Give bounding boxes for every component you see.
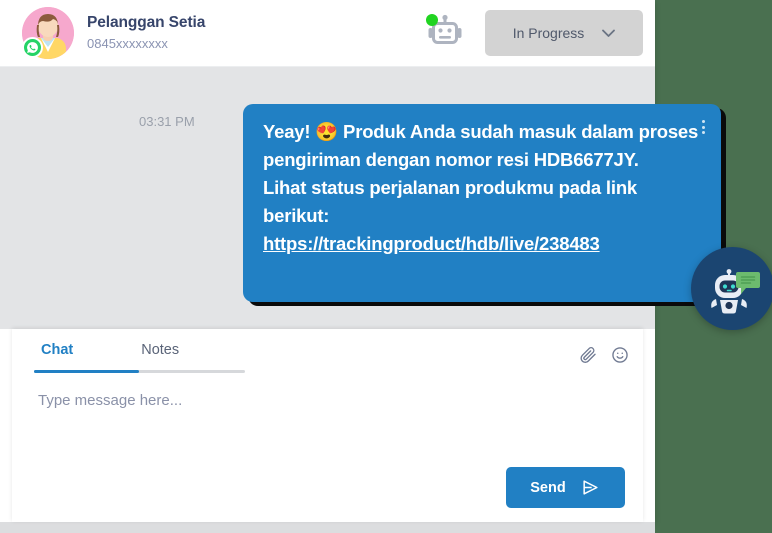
message-composer: Chat Notes Send [12, 329, 643, 522]
chevron-down-icon [602, 29, 616, 37]
paperclip-icon[interactable] [579, 346, 597, 364]
composer-icon-group [579, 346, 629, 364]
message-input[interactable] [36, 391, 620, 410]
header-actions: In Progress [425, 10, 643, 56]
tab-notes[interactable]: Notes [139, 342, 181, 358]
tracking-link[interactable]: https://trackingproduct/hdb/live/238483 [263, 230, 701, 258]
send-button[interactable]: Send [506, 467, 625, 508]
tab-underline-active [34, 370, 139, 373]
chatbot-widget-icon [710, 268, 760, 313]
status-label: In Progress [512, 25, 585, 41]
send-button-label: Send [530, 479, 566, 496]
message-text: Yeay! 😍 Produk Anda sudah masuk dalam pr… [263, 121, 699, 226]
chatbot-widget-button[interactable] [691, 247, 772, 330]
panel-bottom-strip [0, 522, 655, 533]
whatsapp-icon [22, 37, 43, 58]
send-plane-icon [583, 480, 598, 495]
online-dot-icon [426, 14, 438, 26]
bot-toggle-button[interactable] [425, 13, 465, 53]
contact-name: Pelanggan Setia [87, 13, 206, 31]
contact-phone: 0845xxxxxxxx [87, 35, 168, 51]
more-vertical-icon[interactable] [696, 117, 710, 137]
conversation-header: Pelanggan Setia 0845xxxxxxxx In Progress [0, 0, 655, 67]
avatar [22, 7, 74, 59]
composer-tabs: Chat Notes [12, 329, 643, 375]
conversation-status-dropdown[interactable]: In Progress [485, 10, 643, 56]
emoji-smiley-icon[interactable] [611, 346, 629, 364]
message-timestamp: 03:31 PM [139, 114, 195, 129]
whatsapp-glyph [27, 42, 38, 53]
contact-info: Pelanggan Setia 0845xxxxxxxx [87, 13, 205, 54]
outgoing-message-bubble[interactable]: Yeay! 😍 Produk Anda sudah masuk dalam pr… [243, 104, 721, 302]
tab-chat[interactable]: Chat [39, 342, 75, 358]
